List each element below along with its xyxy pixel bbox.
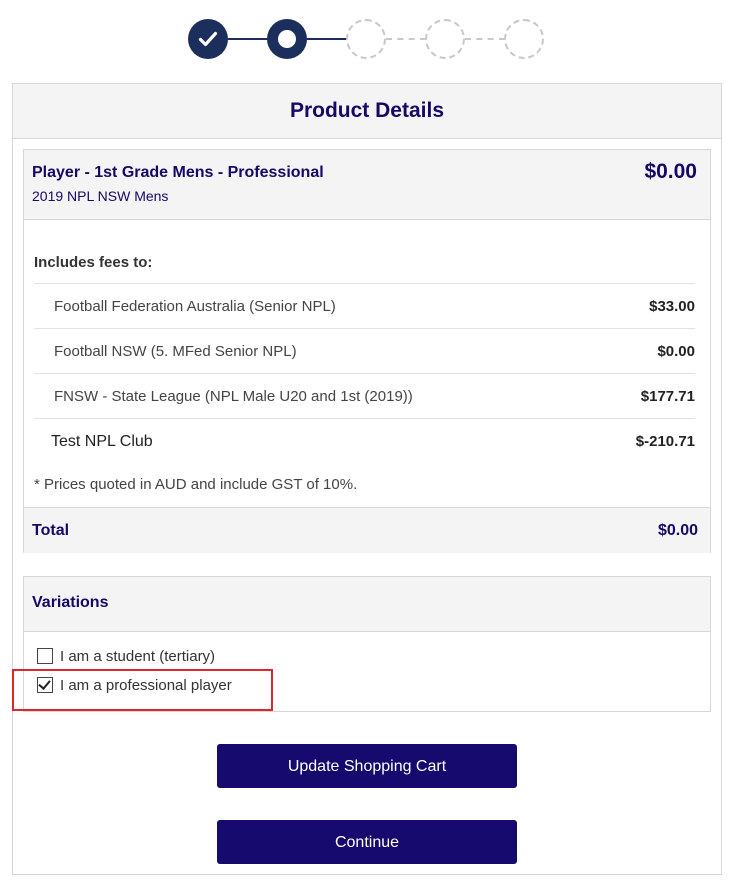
product-price: $0.00 [644,160,697,183]
student-option-label: I am a student (tertiary) [60,647,216,665]
product-header: Player - 1st Grade Mens - Professional 2… [24,150,710,220]
page-title: Product Details [289,99,445,122]
fee-row: FNSW - State League (NPL Male U20 and 1s… [34,373,695,418]
step-5-pending [504,19,544,59]
student-option[interactable]: I am a student (tertiary) [37,645,215,667]
student-checkbox[interactable] [37,648,53,664]
progress-stepper [188,19,544,59]
step-4-pending [425,19,465,59]
fee-row: Football NSW (5. MFed Senior NPL) $0.00 [34,328,695,373]
selection-highlight [12,669,273,711]
total-amount: $0.00 [657,522,698,539]
dot-icon [278,30,296,48]
fees-title: Includes fees to: [34,254,153,271]
fees-list: Football Federation Australia (Senior NP… [34,283,695,463]
fee-name: Football Federation Australia (Senior NP… [54,298,336,315]
fee-amount: $0.00 [657,343,695,360]
step-3-pending [346,19,386,59]
fee-amount: $33.00 [649,298,695,315]
variations-header: Variations [24,577,710,632]
product-name: Player - 1st Grade Mens - Professional [32,164,324,181]
step-connector [307,38,347,40]
product-subtitle: 2019 NPL NSW Mens [32,188,169,204]
check-icon [198,31,218,47]
fee-row: Football Federation Australia (Senior NP… [34,283,695,328]
continue-button[interactable]: Continue [217,820,517,864]
fee-name: FNSW - State League (NPL Male U20 and 1s… [54,388,413,405]
fee-row: Test NPL Club $-210.71 [34,418,695,463]
step-1-completed [188,19,228,59]
step-connector [228,38,268,40]
fee-name: Test NPL Club [51,433,153,450]
step-2-current [267,19,307,59]
fee-name: Football NSW (5. MFed Senior NPL) [54,343,297,360]
card-header: Product Details [13,84,721,139]
fee-amount: $177.71 [640,388,695,405]
fee-amount: $-210.71 [635,433,695,450]
update-shopping-cart-button[interactable]: Update Shopping Cart [217,744,517,788]
gst-note: * Prices quoted in AUD and include GST o… [34,476,358,493]
variations-title: Variations [32,594,109,611]
step-connector [465,38,505,40]
product-summary: Player - 1st Grade Mens - Professional 2… [23,149,711,553]
step-connector [386,38,426,40]
total-row: Total $0.00 [24,507,710,553]
total-label: Total [32,522,70,539]
